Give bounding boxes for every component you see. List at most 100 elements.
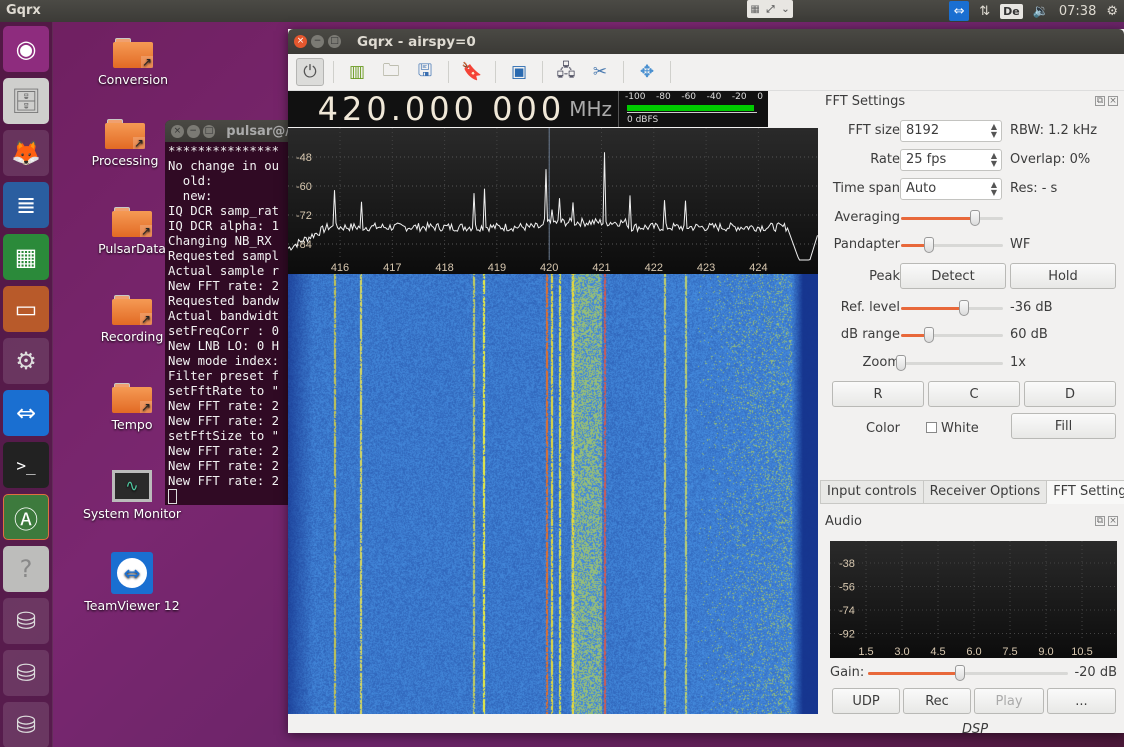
averaging-slider[interactable] [901, 210, 1003, 226]
time-span-value: Auto [906, 181, 937, 196]
system-settings-icon[interactable]: ⚙ [3, 338, 49, 384]
calc-icon[interactable]: ▦ [3, 234, 49, 280]
zoom-slider[interactable] [896, 355, 1003, 371]
settings-gear-icon[interactable]: ⚙ [1106, 4, 1118, 19]
y-tick-label: -74 [839, 605, 855, 617]
software-updater-icon[interactable]: Ⓐ [3, 494, 49, 540]
float-icon[interactable]: ⧉ [1095, 516, 1105, 526]
unknown-app-icon[interactable]: ? [3, 546, 49, 592]
drive-icon[interactable]: ⛁ [3, 598, 49, 644]
writer-icon[interactable]: ≣ [3, 182, 49, 228]
rate-combo[interactable]: 25 fps ▲ ▼ [900, 149, 1002, 171]
bookmark-button[interactable]: 🔖 [458, 58, 486, 86]
save-button[interactable]: 🖫 [411, 58, 439, 86]
keyboard-layout-indicator[interactable]: De [1000, 3, 1023, 19]
teamviewer-icon[interactable]: ⇔ [949, 1, 970, 21]
desktop-icon-label: Tempo [111, 417, 153, 432]
terminal-cursor [168, 489, 177, 504]
demod-d-button[interactable]: D [1024, 381, 1116, 407]
dxcluster-button[interactable]: ▣ [505, 58, 533, 86]
float-icon[interactable]: ⧉ [1095, 96, 1105, 106]
terminal-titlebar[interactable]: × − □ pulsar@/ [165, 120, 290, 142]
spectrum-plotter[interactable]: -48-60-72-84416 417 418 419 420 421 422 423 424 [288, 128, 818, 274]
maximize-icon[interactable]: □ [328, 35, 341, 48]
close-icon[interactable]: × [1108, 516, 1118, 526]
terminal-window[interactable]: × − □ pulsar@/ *************** No change… [165, 120, 290, 505]
fill-button[interactable]: Fill [1011, 413, 1116, 439]
time-span-combo[interactable]: Auto ▲ ▼ [900, 178, 1002, 200]
close-icon[interactable]: × [294, 35, 307, 48]
waveform-icon: ▣ [510, 62, 528, 82]
waterfall-display[interactable] [288, 274, 818, 714]
db-range-slider[interactable] [901, 327, 1003, 343]
io-devices-button[interactable]: ▥ [343, 58, 371, 86]
fullscreen-button[interactable]: ✥ [633, 58, 661, 86]
close-icon[interactable]: × [1108, 96, 1118, 106]
x-tick-label: 1.5 [858, 646, 873, 658]
detect-button[interactable]: Detect [900, 263, 1006, 289]
slider-handle[interactable] [923, 327, 934, 343]
fft-size-combo[interactable]: 8192 ▲ ▼ [900, 120, 1002, 142]
network-icon[interactable]: ⇅ [979, 4, 990, 19]
audio-options-button[interactable]: ... [1047, 688, 1116, 714]
teamviewer-launcher-icon[interactable]: ⇔ [3, 390, 49, 436]
slider-handle[interactable] [959, 300, 970, 316]
frequency-value[interactable]: 420.000 000 [318, 90, 566, 128]
tab-receiver-options[interactable]: Receiver Options [922, 480, 1048, 504]
checkbox-box[interactable] [926, 422, 937, 433]
center-c-button[interactable]: C [928, 381, 1020, 407]
tab-input-controls[interactable]: Input controls [820, 480, 924, 504]
launcher: ◉ 🗄 🦊 ≣ ▦ ▭ ⚙ ⇔ >_ Ⓐ ? ⛁ ⛁ ⛁ [0, 22, 53, 747]
reset-r-button[interactable]: R [832, 381, 924, 407]
gqrx-titlebar[interactable]: × − □ Gqrx - airspy=0 [288, 29, 1124, 54]
clock[interactable]: 07:38 [1059, 4, 1096, 19]
desktop-icon-label: TeamViewer 12 [84, 598, 180, 613]
slider-handle[interactable] [955, 665, 965, 681]
files-icon[interactable]: 🗄 [3, 78, 49, 124]
desktop-icon-processing[interactable]: ↗ Processing [70, 119, 180, 168]
impress-icon[interactable]: ▭ [3, 286, 49, 332]
terminal-output[interactable]: *************** No change in ou old: new… [165, 142, 290, 505]
drive-icon[interactable]: ⛁ [3, 702, 49, 747]
play-button[interactable]: Play [974, 688, 1044, 714]
slider-handle[interactable] [970, 210, 981, 226]
x-tick-label: 7.5 [1002, 646, 1017, 658]
teamviewer-icon: ⇔ [111, 552, 153, 594]
volume-icon[interactable]: 🔉 [1033, 4, 1049, 19]
pandapter-row: Pandapter WF [820, 233, 1124, 257]
x-tick-label: 3.0 [894, 646, 909, 658]
rate-row: Rate 25 fps ▲ ▼ Overlap: 0% [820, 148, 1124, 172]
frequency-display[interactable]: 420.000 000 MHz [288, 90, 618, 128]
slider-handle[interactable] [896, 355, 906, 371]
minimize-icon[interactable]: − [186, 124, 200, 138]
pandapter-slider[interactable] [901, 237, 1003, 253]
window-controls-indicator[interactable]: ▦ ⤢ ⌄ [747, 0, 793, 18]
firefox-icon[interactable]: 🦊 [3, 130, 49, 176]
remote-control-button[interactable]: 🖧 [552, 58, 580, 86]
white-checkbox[interactable]: White [926, 421, 979, 436]
rec-button[interactable]: Rec [903, 688, 971, 714]
ubuntu-dash-icon[interactable]: ◉ [3, 26, 49, 72]
configure-button[interactable]: ✂ [586, 58, 614, 86]
terminal-icon[interactable]: >_ [3, 442, 49, 488]
open-folder-icon: 🗀 [382, 60, 400, 81]
toolbar-separator [623, 61, 624, 83]
maximize-icon[interactable]: □ [202, 124, 216, 138]
slider-handle[interactable] [923, 237, 934, 253]
tab-fft-settings[interactable]: FFT Settings [1046, 480, 1124, 504]
desktop-icon-conversion[interactable]: ↗ Conversion [78, 38, 188, 87]
drive-icon[interactable]: ⛁ [3, 650, 49, 696]
hold-button[interactable]: Hold [1010, 263, 1116, 289]
folder-link-icon: ↗ [105, 119, 145, 149]
gain-slider[interactable] [868, 665, 1068, 681]
desktop-icon-teamviewer[interactable]: ⇔ TeamViewer 12 [77, 552, 187, 613]
meter-tick-label: 0 [757, 92, 763, 102]
udp-button[interactable]: UDP [832, 688, 900, 714]
minimize-icon[interactable]: − [311, 35, 324, 48]
ref-level-slider[interactable] [901, 300, 1003, 316]
close-icon[interactable]: × [171, 124, 184, 138]
rate-value: 25 fps [906, 152, 947, 167]
open-button[interactable]: 🗀 [377, 58, 405, 86]
power-button[interactable]: ⏻ [296, 58, 324, 86]
y-tick-label: -48 [296, 152, 312, 164]
